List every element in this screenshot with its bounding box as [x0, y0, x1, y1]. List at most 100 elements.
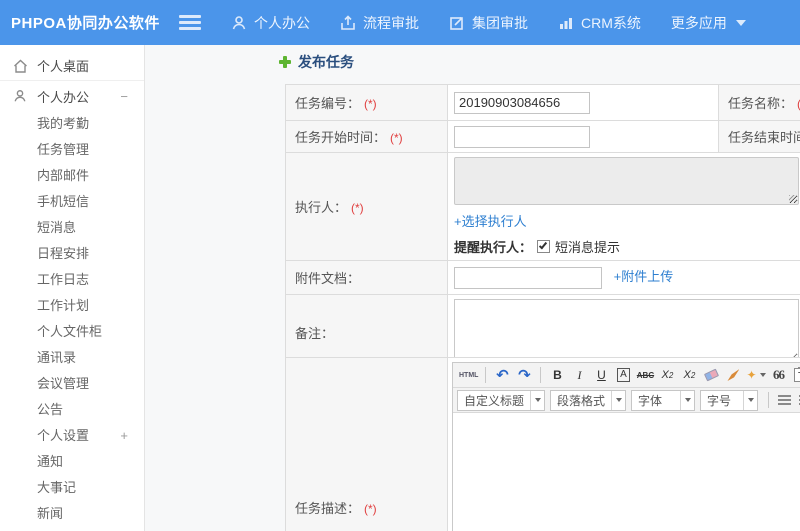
remind-executor-label: 提醒执行人： — [454, 240, 533, 255]
sms-remind-label: 短消息提示 — [555, 240, 621, 255]
nav-personal-office[interactable]: 个人办公 — [231, 13, 310, 33]
strikethrough-button[interactable]: ABC — [635, 365, 655, 385]
workflow-approve-icon — [340, 14, 356, 31]
source-code-button[interactable]: HTML — [458, 365, 479, 385]
required-mark: (*) — [351, 201, 364, 215]
sidebar: 个人桌面 个人办公 − 我的考勤 任务管理 内部邮件 手机短信 短消息 日程安排… — [0, 45, 145, 531]
blockquote-button[interactable]: 66 — [769, 365, 789, 385]
main-content: 发布任务 任务编号：(*) 任务名称：(*) 任务开始时间：(*) 任务结束时间… — [145, 45, 800, 531]
expand-icon[interactable]: + — [120, 423, 128, 449]
editor-content-area[interactable] — [453, 413, 800, 531]
group-approve-icon — [449, 15, 465, 31]
caret-down-icon — [759, 373, 766, 377]
sidebar-item-news[interactable]: 新闻 — [0, 501, 144, 527]
task-no-label: 任务编号： (*) — [285, 84, 448, 121]
executor-label: 执行人： (*) — [285, 152, 448, 261]
sms-remind-checkbox[interactable] — [537, 240, 551, 253]
required-mark: (*) — [364, 502, 377, 516]
home-icon — [13, 59, 28, 73]
brush-icon — [727, 369, 740, 381]
table-row: 任务开始时间：(*) 任务结束时间：(*) — [285, 120, 800, 153]
page-title: 发布任务 — [278, 52, 354, 72]
nav-group-approval[interactable]: 集团审批 — [449, 13, 528, 33]
start-time-label: 任务开始时间： (*) — [285, 120, 448, 153]
description-label: 任务描述： (*) — [285, 357, 448, 531]
highlight-button[interactable]: A — [613, 365, 633, 385]
attachment-label: 附件文档： — [285, 260, 448, 295]
remark-textarea[interactable] — [454, 299, 799, 363]
task-name-label: 任务名称：(*) — [718, 84, 800, 121]
task-no-input[interactable] — [454, 91, 590, 114]
remove-format-button[interactable] — [701, 365, 721, 385]
sidebar-submenu: 我的考勤 任务管理 内部邮件 手机短信 短消息 日程安排 工作日志 工作计划 个… — [0, 111, 144, 531]
sidebar-item-meeting-management[interactable]: 会议管理 — [0, 371, 144, 397]
user-icon — [231, 15, 247, 31]
sidebar-item-notice[interactable]: 通知 — [0, 449, 144, 475]
user-icon — [13, 89, 28, 103]
font-size-select[interactable]: 字号 — [700, 389, 759, 411]
crm-chart-icon — [558, 15, 574, 31]
sidebar-item-personal-settings[interactable]: 个人设置 + — [0, 423, 144, 449]
sidebar-item-announcement[interactable]: 公告 — [0, 397, 144, 423]
sidebar-item-personal-files[interactable]: 个人文件柜 — [0, 319, 144, 345]
font-family-select[interactable]: 字体 — [631, 389, 696, 411]
sidebar-item-personal-office[interactable]: 个人办公 − — [0, 81, 144, 111]
attachment-upload-link[interactable]: +附件上传 — [614, 266, 674, 285]
italic-button[interactable]: I — [569, 365, 589, 385]
bold-button[interactable]: B — [547, 365, 567, 385]
nav-workflow-approval[interactable]: 流程审批 — [340, 13, 419, 33]
clipboard-icon: T — [794, 367, 800, 382]
caret-down-icon — [743, 390, 757, 410]
sidebar-item-internal-mail[interactable]: 内部邮件 — [0, 163, 144, 189]
sidebar-item-work-plan[interactable]: 工作计划 — [0, 293, 144, 319]
separator — [540, 367, 542, 383]
undo-icon[interactable]: ↶ — [492, 365, 512, 385]
wand-icon: ✦ — [746, 368, 757, 382]
format-painter-button[interactable] — [723, 365, 743, 385]
table-row: 执行人： (*) +选择执行人 提醒执行人： 短消息提示 — [285, 152, 800, 261]
caret-down-icon — [735, 19, 746, 26]
collapse-icon[interactable]: − — [120, 89, 128, 104]
hamburger-menu-icon[interactable] — [179, 15, 201, 30]
task-description-block: 任务描述： (*) HTML ↶ ↷ B I U A ABC X 2 X 2 ✦… — [285, 357, 800, 531]
paste-plain-button[interactable]: T — [791, 365, 800, 385]
quick-format-button[interactable]: ✦ — [745, 365, 766, 385]
nav-crm-system[interactable]: CRM系统 — [558, 13, 641, 33]
separator — [485, 367, 487, 383]
start-time-input[interactable] — [454, 125, 590, 148]
sidebar-item-short-message[interactable]: 短消息 — [0, 215, 144, 241]
editor-toolbar-row2: 自定义标题 段落格式 字体 字号 — [453, 388, 800, 413]
choose-executor-link[interactable]: +选择执行人 — [454, 211, 527, 230]
rich-text-editor: HTML ↶ ↷ B I U A ABC X2 X2 ✦ 66 自定义标题 段落… — [452, 362, 800, 531]
top-bar: PHPOA协同办公软件 个人办公 流程审批 集团审批 CRM系统 更多应用 — [0, 0, 800, 45]
sidebar-item-my-attendance[interactable]: 我的考勤 — [0, 111, 144, 137]
end-time-label: 任务结束时间：(*) — [718, 120, 800, 153]
executor-textarea[interactable] — [454, 157, 799, 205]
nav-more-apps[interactable]: 更多应用 — [671, 13, 746, 33]
subscript-button[interactable]: X2 — [679, 365, 699, 385]
app-logo: PHPOA协同办公软件 — [11, 15, 160, 32]
sidebar-item-mobile-sms[interactable]: 手机短信 — [0, 189, 144, 215]
add-task-icon — [278, 55, 292, 69]
superscript-button[interactable]: X2 — [657, 365, 677, 385]
sidebar-item-task-management[interactable]: 任务管理 — [0, 137, 144, 163]
editor-toolbar-row1: HTML ↶ ↷ B I U A ABC X2 X2 ✦ 66 — [453, 363, 800, 388]
underline-button[interactable]: U — [591, 365, 611, 385]
table-row: 任务描述： (*) HTML ↶ ↷ B I U A ABC X 2 X 2 ✦… — [285, 357, 800, 531]
sidebar-item-contacts[interactable]: 通讯录 — [0, 345, 144, 371]
align-left-icon[interactable] — [778, 394, 792, 406]
sidebar-item-vote-survey[interactable]: 投票调查 — [0, 527, 144, 531]
separator — [768, 392, 770, 408]
top-nav: 个人办公 流程审批 集团审批 CRM系统 更多应用 — [231, 13, 776, 33]
redo-icon[interactable]: ↷ — [514, 365, 534, 385]
sidebar-item-memorabilia[interactable]: 大事记 — [0, 475, 144, 501]
sidebar-item-work-diary[interactable]: 工作日志 — [0, 267, 144, 293]
publish-task-form: 任务编号：(*) 任务名称：(*) 任务开始时间：(*) 任务结束时间：(*) … — [285, 84, 800, 371]
attachment-input[interactable] — [454, 266, 602, 289]
sidebar-item-personal-desktop[interactable]: 个人桌面 — [0, 51, 144, 81]
sidebar-item-schedule[interactable]: 日程安排 — [0, 241, 144, 267]
paragraph-format-select[interactable]: 段落格式 — [550, 389, 627, 411]
custom-heading-select[interactable]: 自定义标题 — [457, 389, 546, 411]
check-icon — [538, 240, 548, 250]
required-mark: (*) — [364, 97, 377, 111]
